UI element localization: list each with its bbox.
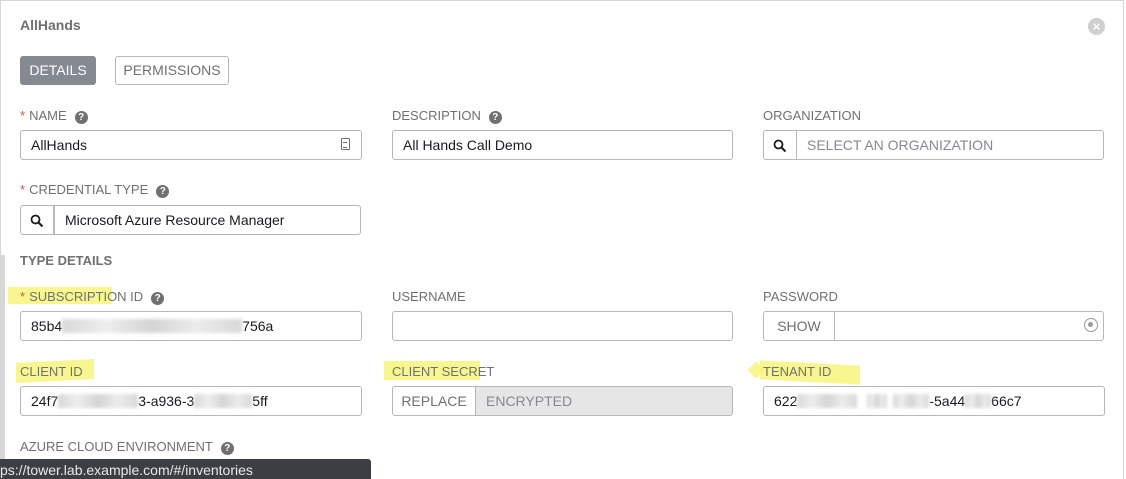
name-input[interactable]: AllHands <box>20 130 362 160</box>
tab-details[interactable]: DETAILS <box>20 56 96 85</box>
credential-type-value: Microsoft Azure Resource Manager <box>65 212 285 228</box>
help-icon[interactable]: ? <box>74 111 88 124</box>
description-input[interactable]: All Hands Call Demo <box>392 130 733 160</box>
left-edge-bar <box>0 255 5 479</box>
subscription-id-value-start: 85b4 <box>31 318 63 334</box>
password-reveal-icon[interactable] <box>1084 318 1098 332</box>
name-value: AllHands <box>31 137 88 153</box>
description-label: DESCRIPTION? <box>392 108 502 124</box>
azure-cloud-environment-label: AZURE CLOUD ENVIRONMENT? <box>20 439 234 455</box>
subscription-id-value-end: 756a <box>242 318 274 334</box>
client-secret-label: CLIENT SECRET <box>392 364 495 379</box>
replace-secret-button[interactable]: REPLACE <box>392 386 476 416</box>
redacted-blur <box>58 394 139 408</box>
field-lookup-icon[interactable] <box>341 138 350 150</box>
client-id-input[interactable]: 24f7 3-a936-3 5ff <box>20 386 362 416</box>
subscription-id-input[interactable]: 85b4 756a <box>20 311 362 341</box>
client-id-value-b: 3-a936-3 <box>138 393 195 409</box>
client-id-value-a: 24f7 <box>31 393 59 409</box>
credential-type-lookup-button[interactable] <box>20 205 54 235</box>
organization-label: ORGANIZATION <box>763 108 861 123</box>
name-label: * NAME? <box>20 108 88 124</box>
description-label-text: DESCRIPTION <box>392 108 481 123</box>
required-marker: * <box>20 108 26 123</box>
client-secret-encrypted: ENCRYPTED <box>486 393 573 409</box>
redacted-blur <box>965 394 992 408</box>
tenant-id-value-c: 66c7 <box>991 393 1022 409</box>
dialog-title: AllHands <box>20 17 81 33</box>
search-icon <box>30 214 44 228</box>
status-bar-url: ps://tower.lab.example.com/#/inventories <box>0 459 371 479</box>
redacted-blur <box>194 394 253 408</box>
client-id-value-c: 5ff <box>252 393 268 409</box>
description-value: All Hands Call Demo <box>403 137 533 153</box>
help-icon[interactable]: ? <box>220 442 234 455</box>
redacted-blur <box>797 394 858 408</box>
close-icon[interactable]: × <box>1088 18 1105 35</box>
tenant-id-value-b: -5a44 <box>929 393 966 409</box>
tenant-id-value-a: 622 <box>774 393 798 409</box>
required-marker: * <box>20 182 26 197</box>
redacted-blur <box>62 319 243 333</box>
password-input[interactable] <box>834 311 1104 341</box>
password-label: PASSWORD <box>763 289 838 304</box>
username-label: USERNAME <box>392 289 466 304</box>
redacted-blur <box>893 394 930 408</box>
credential-type-input[interactable]: Microsoft Azure Resource Manager <box>54 205 361 235</box>
azure-cloud-environment-label-text: AZURE CLOUD ENVIRONMENT <box>20 439 213 454</box>
name-label-text: NAME <box>29 108 67 123</box>
credential-type-label: * CREDENTIAL TYPE? <box>20 182 170 198</box>
search-icon <box>773 139 787 153</box>
show-password-button[interactable]: SHOW <box>763 311 835 341</box>
redacted-blur <box>867 394 888 408</box>
tenant-id-label: TENANT ID <box>763 364 832 379</box>
help-icon[interactable]: ? <box>156 185 170 198</box>
subscription-id-label: * SUBSCRIPTION ID? <box>20 289 165 305</box>
credential-type-label-text: CREDENTIAL TYPE <box>29 182 149 197</box>
tab-permissions[interactable]: PERMISSIONS <box>115 56 229 85</box>
username-input[interactable] <box>392 311 733 341</box>
tenant-id-input[interactable]: 622 -5a44 66c7 <box>763 386 1105 416</box>
organization-placeholder: SELECT AN ORGANIZATION <box>807 137 994 153</box>
subscription-id-label-text: SUBSCRIPTION ID <box>29 289 144 304</box>
help-icon[interactable]: ? <box>488 111 502 124</box>
required-marker: * <box>20 289 26 304</box>
organization-lookup-button[interactable] <box>763 130 797 160</box>
client-secret-input: ENCRYPTED <box>475 386 733 416</box>
type-details-heading: TYPE DETAILS <box>20 253 113 268</box>
organization-input[interactable]: SELECT AN ORGANIZATION <box>796 130 1104 160</box>
client-id-label: CLIENT ID <box>20 364 83 379</box>
help-icon[interactable]: ? <box>151 292 165 305</box>
